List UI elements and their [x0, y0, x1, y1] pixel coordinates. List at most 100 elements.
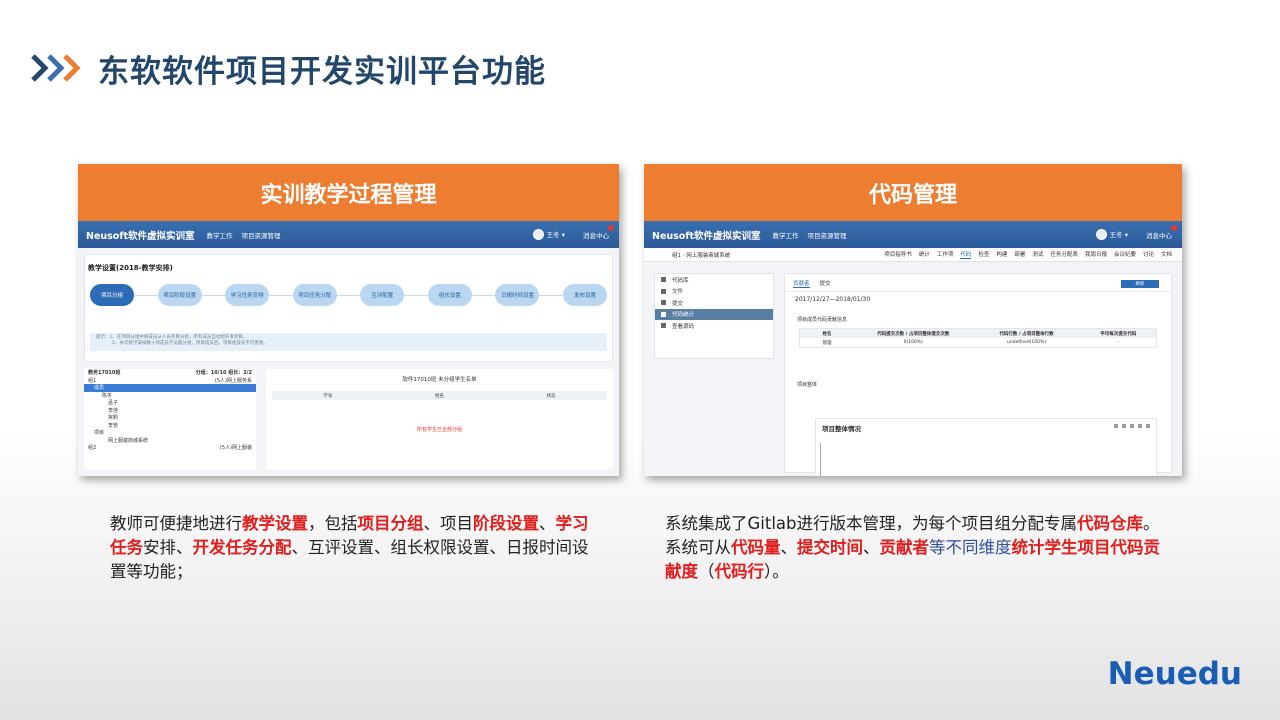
caption-text: 系统集成了Gitlab进行版本管理，为每个项目组分配专属: [665, 514, 1078, 533]
tree-row[interactable]: 成员: [84, 384, 256, 392]
tree-row[interactable]: 孟子: [84, 399, 256, 407]
sidebar-item-repo[interactable]: 代码库: [655, 274, 773, 286]
nav-project-resources[interactable]: 项目资源管理: [242, 230, 281, 240]
col-header: 姓名: [435, 393, 444, 399]
tree-label: 李管: [108, 422, 119, 429]
step-wizard: 项目分组 项目阶段设置 学习任务安排 项目任务分配 互评配置 组长设置 日报时间…: [90, 283, 608, 307]
tree-row[interactable]: 陈冬: [84, 392, 256, 400]
sidebar-item-commits[interactable]: 提交: [655, 297, 773, 309]
subnav-items: 项目指导书 统计 工作项 代码 检查 构建 部署 测试 任务分配表 我周日报 会…: [884, 250, 1182, 259]
chart-icon: [661, 311, 666, 317]
message-center-link[interactable]: 消息中心: [1146, 224, 1177, 240]
cloud-icon: [661, 300, 666, 306]
subnav-item[interactable]: 文档: [1161, 250, 1172, 259]
tab-commits[interactable]: 提交: [820, 279, 831, 288]
caption-highlight: 贡献者: [879, 538, 930, 557]
refresh-button[interactable]: 刷新: [1121, 280, 1159, 288]
download-icon[interactable]: [1146, 424, 1150, 428]
caption-text: 、: [780, 538, 798, 557]
user-menu[interactable]: 王冬 ▾: [532, 229, 565, 241]
subnav-item[interactable]: 部署: [1014, 250, 1025, 259]
subnav-item[interactable]: 我周日报: [1085, 250, 1107, 259]
message-center-link[interactable]: 消息中心: [583, 224, 614, 240]
caption-highlight: 开发任务分配: [192, 538, 292, 557]
refresh-icon[interactable]: [1138, 424, 1142, 428]
subnav-item[interactable]: 项目指导书: [884, 250, 912, 259]
message-center-label: 消息中心: [1146, 231, 1172, 240]
table-cell: 0(100%): [903, 340, 923, 345]
subnav-item[interactable]: 构建: [996, 250, 1007, 259]
app-topbar: Neusoft软件虚拟实训室 教学工作 项目资源管理 王冬 ▾ 消息中心: [78, 221, 619, 248]
subnav-item[interactable]: 讨论: [1143, 250, 1154, 259]
tree-row[interactable]: 李管: [84, 422, 256, 430]
subnav-item-code[interactable]: 代码: [960, 250, 972, 259]
sidebar-label: 代码库: [672, 277, 689, 284]
caption-text: 、: [863, 538, 880, 557]
nav-teaching-work[interactable]: 教学工作: [773, 230, 799, 240]
message-center-label: 消息中心: [583, 231, 609, 240]
step-stage-setting[interactable]: 项目阶段设置: [157, 284, 202, 306]
ungrouped-panel: 软件17010班 未分组学生名单 学号 姓名 状态 所有学生已全部分组: [266, 369, 613, 469]
tab-contributors[interactable]: 贡献者: [793, 279, 810, 288]
subnav-item[interactable]: 会议纪要: [1114, 250, 1136, 259]
tree-label: 孟子: [108, 400, 119, 407]
step-task-assignment[interactable]: 项目任务分配: [292, 284, 337, 306]
slide-title: 东软软件项目开发实训平台功能: [98, 54, 546, 90]
tree-label: 李佳: [108, 407, 119, 414]
step-peer-review[interactable]: 互评配置: [360, 284, 405, 306]
nav-project-resources[interactable]: 项目资源管理: [808, 230, 847, 240]
table-cell: undefined(100%): [1007, 340, 1047, 345]
col-header: 代码提交次数 / 占项目整体提交次数: [877, 331, 950, 337]
col-header: 姓名: [822, 331, 832, 337]
step-leader-setting[interactable]: 组长设置: [427, 284, 472, 306]
stats-tabs: 贡献者 提交: [785, 274, 1171, 292]
bar-chart-icon[interactable]: [1130, 424, 1134, 428]
card-header: 实训教学过程管理: [78, 164, 619, 221]
tree-row[interactable]: 李佳: [84, 407, 256, 415]
caption-text: 安排、: [143, 538, 193, 557]
left-caption: 教师可便捷地进行教学设置，包括项目分组、项目阶段设置、学习任务安排、开发任务分配…: [110, 512, 590, 584]
subnav-item[interactable]: 工作项: [937, 250, 954, 259]
user-menu[interactable]: 王冬 ▾: [1095, 229, 1128, 241]
sidebar-item-code-stats[interactable]: 代码统计: [655, 308, 773, 320]
caption-text: 等不同维度: [929, 538, 1012, 557]
caption-text: ，包括: [308, 514, 358, 533]
app-screenshot: Neusoft软件虚拟实训室 教学工作 项目资源管理 王冬 ▾ 消息中心 组1 …: [644, 221, 1182, 476]
step-daily-report-time[interactable]: 日报时间设置: [495, 284, 540, 306]
notification-dot: [608, 224, 614, 231]
step-project-grouping[interactable]: 项目分组: [90, 284, 134, 306]
caption-highlight: 提交时间: [797, 538, 863, 557]
class-name: 教务17010班: [88, 370, 121, 377]
subnav-item[interactable]: 测试: [1032, 250, 1043, 259]
col-header: 状态: [546, 393, 556, 399]
tree-row[interactable]: 组1 (5人)网上服务系: [84, 377, 256, 385]
step-publish[interactable]: 发布设置: [563, 284, 608, 306]
line-chart-icon[interactable]: [1122, 424, 1126, 428]
teaching-process-card: 实训教学过程管理 Neusoft软件虚拟实训室 教学工作 项目资源管理 王冬 ▾…: [78, 164, 619, 476]
subnav-item[interactable]: 任务分配表: [1050, 250, 1078, 259]
tree-row[interactable]: 组2 (5人)网上服装: [84, 444, 256, 452]
caption-highlight: 代码仓库: [1077, 514, 1144, 533]
file-icon: [661, 288, 666, 294]
caption-text: 教师可便捷地进行: [110, 514, 242, 533]
tip-line: 2、本次教学安排数十项成员学员都分组，项目成员后，项目组成员不可更改。: [112, 341, 268, 346]
nav-teaching-work[interactable]: 教学工作: [207, 230, 233, 240]
step-learning-tasks[interactable]: 学习任务安排: [225, 284, 270, 306]
breadcrumb[interactable]: 组1 · 网上服装商城系统: [644, 251, 844, 259]
step-connector: [404, 294, 428, 296]
tree-label: 网上服装商城系统: [108, 437, 149, 444]
sidebar-item-view-source[interactable]: 查看源码: [655, 320, 773, 332]
tree-label: 组2: [88, 445, 97, 452]
subnav-item[interactable]: 检查: [978, 250, 989, 259]
step-connector: [539, 294, 564, 296]
tree-row[interactable]: 项目: [84, 429, 256, 437]
tree-row[interactable]: 常购: [84, 414, 256, 422]
caption-text: ）。: [764, 562, 789, 581]
sidebar-item-files[interactable]: 文件: [655, 286, 773, 298]
caption-text: （: [698, 562, 715, 581]
subnav-item[interactable]: 统计: [919, 250, 930, 259]
data-view-icon[interactable]: [1114, 424, 1118, 428]
section-title: 项目整体: [797, 382, 818, 388]
tree-meta: (5人)网上服务系: [214, 377, 252, 384]
tree-row[interactable]: 网上服装商城系统: [84, 437, 256, 445]
